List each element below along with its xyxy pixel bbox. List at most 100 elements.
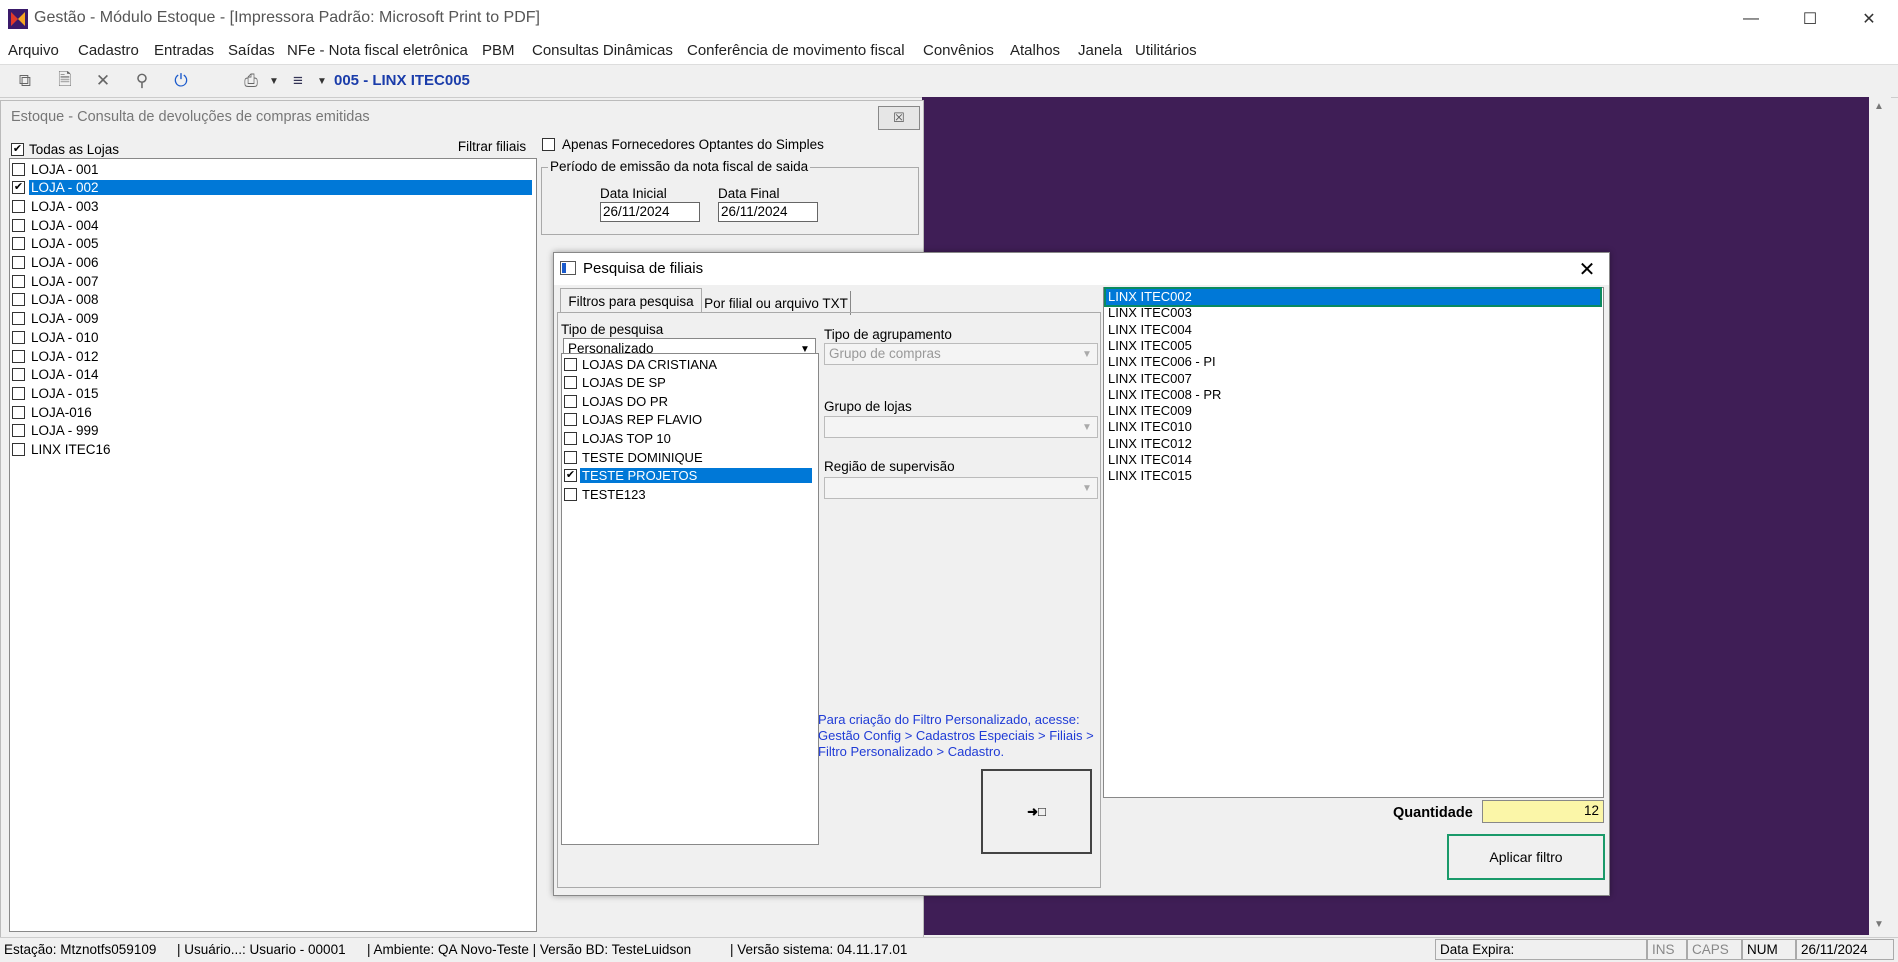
menu-utilitarios[interactable]: Utilitários: [1135, 42, 1197, 59]
scroll-up-icon[interactable]: ▲: [1874, 101, 1884, 112]
grupo-checkbox[interactable]: [564, 394, 577, 408]
apenas-fornecedores-checkbox[interactable]: Apenas Fornecedores Optantes do Simples: [542, 137, 824, 152]
loja-checkbox[interactable]: [12, 312, 25, 326]
grupo-item[interactable]: LOJAS TOP 10: [564, 429, 814, 447]
loja-item[interactable]: LOJA - 001: [12, 160, 532, 178]
loja-checkbox[interactable]: [12, 443, 25, 456]
filial-item[interactable]: LINX ITEC002: [1104, 287, 1602, 307]
grupo-checkbox[interactable]: [564, 413, 577, 427]
loja-item[interactable]: LINX ITEC16: [12, 441, 532, 459]
loja-checkbox[interactable]: ✔: [12, 181, 25, 195]
menu-saidas[interactable]: Saídas: [228, 42, 275, 59]
grupo-checkbox[interactable]: [564, 450, 577, 464]
filial-item[interactable]: LINX ITEC005: [1106, 338, 1600, 354]
todas-lojas-checkbox[interactable]: ✔ Todas as Lojas: [11, 142, 119, 157]
grupo-item[interactable]: TESTE DOMINIQUE: [564, 448, 814, 466]
filial-item[interactable]: LINX ITEC004: [1106, 322, 1600, 338]
menu-convenios[interactable]: Convênios: [923, 42, 994, 59]
consulta-close-button[interactable]: ☒: [878, 106, 920, 130]
grupo-item[interactable]: LOJAS DA CRISTIANA: [564, 355, 814, 373]
loja-item[interactable]: LOJA - 009: [12, 310, 532, 328]
filial-item[interactable]: LINX ITEC014: [1106, 452, 1600, 468]
data-final-field[interactable]: 26/11/2024: [718, 202, 818, 222]
menu-nfe[interactable]: NFe - Nota fiscal eletrônica: [287, 42, 468, 59]
loja-item[interactable]: LOJA - 008: [12, 291, 532, 309]
close-button[interactable]: ✕: [1840, 0, 1898, 38]
scroll-down-icon[interactable]: ▼: [1874, 919, 1884, 930]
grupo-checkbox[interactable]: [564, 357, 577, 371]
chevron-down-icon[interactable]: ▼: [1078, 345, 1096, 363]
loja-checkbox[interactable]: [12, 405, 25, 419]
menu-pbm[interactable]: PBM: [482, 42, 515, 59]
grupo-item[interactable]: LOJAS DE SP: [564, 374, 814, 392]
grupo-checkbox[interactable]: [564, 431, 577, 445]
loja-checkbox[interactable]: [12, 162, 25, 176]
vertical-scrollbar[interactable]: ▲ ▼: [1869, 97, 1891, 935]
loja-checkbox[interactable]: [12, 256, 25, 269]
filial-item[interactable]: LINX ITEC007: [1106, 371, 1600, 387]
loja-checkbox[interactable]: [12, 237, 25, 251]
loja-item[interactable]: LOJA - 014: [12, 366, 532, 384]
tipo-agrupamento-select[interactable]: Grupo de compras ▼: [824, 343, 1098, 365]
menu-entradas[interactable]: Entradas: [154, 42, 214, 59]
export-icon[interactable]: ≡: [287, 70, 309, 92]
filial-item[interactable]: LINX ITEC015: [1106, 468, 1600, 484]
power-icon[interactable]: ⏻: [170, 70, 192, 92]
loja-item[interactable]: LOJA - 006: [12, 254, 532, 272]
checkbox-box[interactable]: [542, 138, 555, 151]
grupo-checkbox[interactable]: [564, 376, 577, 390]
loja-item[interactable]: LOJA - 999: [12, 422, 532, 440]
grupo-item[interactable]: ✔ TESTE PROJETOS: [564, 467, 814, 485]
new-document-icon[interactable]: 🗎: [54, 70, 76, 92]
loja-checkbox[interactable]: [12, 199, 25, 213]
filial-item[interactable]: LINX ITEC008 - PR: [1106, 387, 1600, 403]
filial-item[interactable]: LINX ITEC012: [1106, 436, 1600, 452]
loja-item[interactable]: LOJA - 003: [12, 197, 532, 215]
filial-item[interactable]: LINX ITEC010: [1106, 419, 1600, 435]
filial-item[interactable]: LINX ITEC009: [1106, 403, 1600, 419]
loja-checkbox[interactable]: [12, 386, 25, 400]
grupo-item[interactable]: LOJAS DO PR: [564, 392, 814, 410]
regiao-select[interactable]: ▼: [824, 477, 1098, 499]
checkbox-box[interactable]: ✔: [11, 143, 24, 156]
dropdown-icon[interactable]: ▼: [263, 70, 285, 92]
chevron-down-icon[interactable]: ▼: [1078, 479, 1096, 497]
tab-filtros-pesquisa[interactable]: Filtros para pesquisa: [560, 288, 702, 313]
filtrar-filiais-button[interactable]: Filtrar filiais: [449, 135, 535, 157]
loja-item[interactable]: LOJA-016: [12, 403, 532, 421]
loja-item[interactable]: LOJA - 005: [12, 235, 532, 253]
loja-checkbox[interactable]: [12, 330, 25, 344]
loja-item[interactable]: LOJA - 012: [12, 347, 532, 365]
loja-checkbox[interactable]: [12, 368, 25, 382]
grupo-item[interactable]: LOJAS REP FLAVIO: [564, 411, 814, 429]
loja-checkbox[interactable]: [12, 424, 25, 438]
loja-checkbox[interactable]: [12, 349, 25, 363]
menu-janela[interactable]: Janela: [1078, 42, 1122, 59]
data-inicial-field[interactable]: 26/11/2024: [600, 202, 700, 222]
loja-checkbox[interactable]: [12, 274, 25, 288]
loja-item[interactable]: LOJA - 015: [12, 384, 532, 402]
chevron-down-icon[interactable]: ▼: [1078, 418, 1096, 436]
transfer-button[interactable]: ➜□: [981, 769, 1092, 854]
dropdown-icon[interactable]: ▼: [311, 70, 333, 92]
menu-conferencia[interactable]: Conferência de movimento fiscal: [687, 42, 905, 59]
grupo-checkbox[interactable]: [564, 487, 577, 501]
menu-arquivo[interactable]: Arquivo: [8, 42, 59, 59]
menu-consultas-dinamicas[interactable]: Consultas Dinâmicas: [532, 42, 673, 59]
menu-atalhos[interactable]: Atalhos: [1010, 42, 1060, 59]
filial-item[interactable]: LINX ITEC006 - PI: [1106, 354, 1600, 370]
loja-item[interactable]: LOJA - 004: [12, 216, 532, 234]
aplicar-filtro-button[interactable]: Aplicar filtro: [1447, 834, 1605, 880]
loja-checkbox[interactable]: [12, 218, 25, 232]
loja-checkbox[interactable]: [12, 293, 25, 307]
delete-icon[interactable]: ✕: [92, 70, 114, 92]
grupo-item[interactable]: TESTE123: [564, 485, 814, 503]
loja-item[interactable]: ✔ LOJA - 002: [12, 179, 532, 197]
menu-cadastro[interactable]: Cadastro: [78, 42, 139, 59]
search-icon[interactable]: ⚲: [131, 70, 153, 92]
loja-item[interactable]: LOJA - 010: [12, 328, 532, 346]
grupo-lojas-select[interactable]: ▼: [824, 416, 1098, 438]
loja-item[interactable]: LOJA - 007: [12, 272, 532, 290]
minimize-button[interactable]: —: [1722, 0, 1780, 38]
print-icon[interactable]: ⎙: [240, 70, 262, 92]
